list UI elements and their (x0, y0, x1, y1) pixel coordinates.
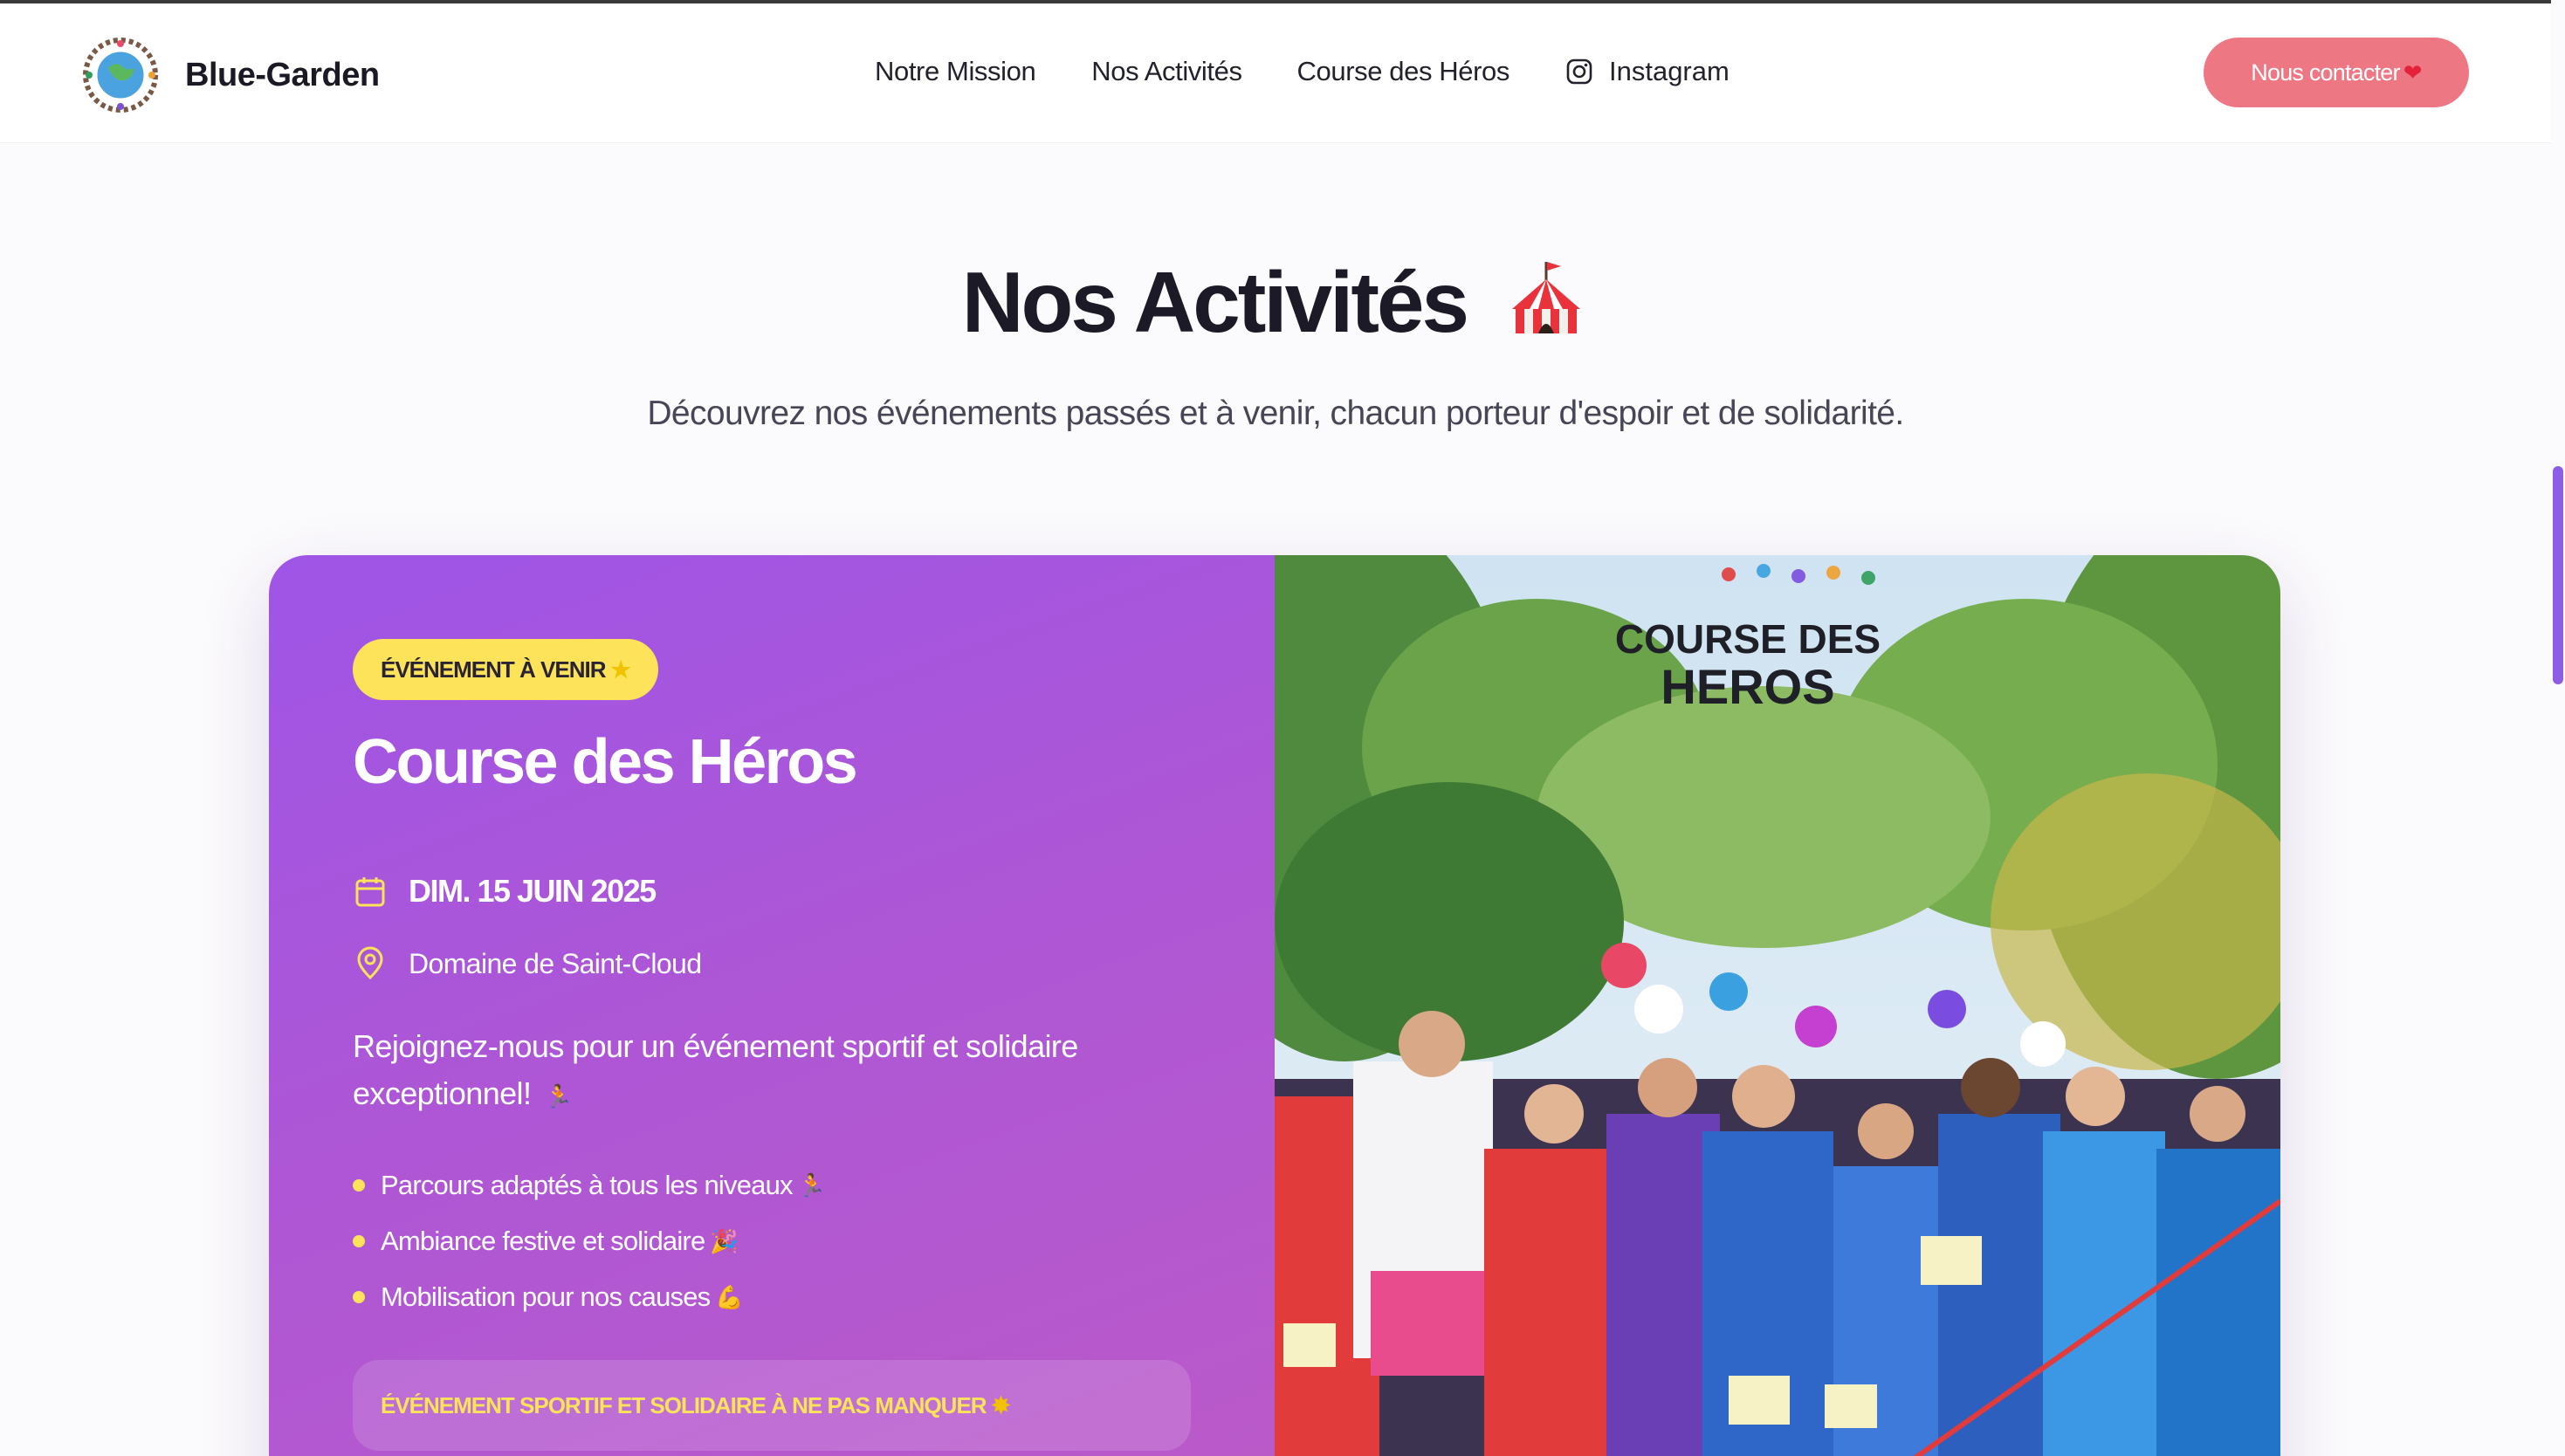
calendar-icon (355, 877, 385, 907)
contact-button-label: Nous contacter (2251, 58, 2400, 86)
status-badge: ÉVÉNEMENT À VENIR ★ (353, 639, 658, 700)
main-nav: Notre Mission Nos Activités Course des H… (875, 56, 1729, 87)
instagram-icon (1566, 58, 1592, 85)
bullet-dot (353, 1235, 365, 1247)
runner-icon: 🏃 (797, 1171, 826, 1198)
feature-text: Parcours adaptés à tous les niveaux (381, 1170, 794, 1200)
nav-link-nos-activites[interactable]: Nos Activités (1091, 56, 1242, 87)
list-item: Mobilisation pour nos causes 💪 (353, 1269, 825, 1325)
event-location: Domaine de Saint-Cloud (353, 946, 702, 981)
runner-icon: 🏃 (544, 1083, 573, 1109)
flexed-biceps-icon: 💪 (715, 1283, 743, 1310)
party-popper-icon: 🎉 (710, 1227, 738, 1254)
event-photo-image: COURSE DES HEROS (1275, 555, 2280, 1456)
scrollbar[interactable] (2551, 0, 2565, 1456)
event-card-content: ÉVÉNEMENT À VENIR ★ Course des Héros DIM… (269, 555, 1275, 1456)
event-date-text: DIM. 15 JUIN 2025 (409, 873, 657, 909)
scrollbar-thumb[interactable] (2553, 466, 2563, 684)
nav-link-course-des-heros[interactable]: Course des Héros (1297, 56, 1510, 87)
event-features: Parcours adaptés à tous les niveaux 🏃 Am… (353, 1157, 826, 1325)
svg-text:HEROS: HEROS (1661, 659, 1834, 714)
list-item: Parcours adaptés à tous les niveaux 🏃 (353, 1157, 826, 1213)
event-title: Course des Héros (353, 727, 858, 797)
event-location-text: Domaine de Saint-Cloud (409, 947, 702, 979)
nav-link-notre-mission[interactable]: Notre Mission (875, 56, 1036, 87)
event-card: ÉVÉNEMENT À VENIR ★ Course des Héros DIM… (269, 555, 2280, 1456)
nav-link-instagram[interactable]: Instagram (1565, 56, 1729, 87)
status-badge-label: ÉVÉNEMENT À VENIR (381, 656, 606, 683)
event-description-text: Rejoignez-nous pour un événement sportif… (353, 1028, 1078, 1111)
map-pin-icon (357, 946, 383, 980)
bullet-dot (353, 1179, 365, 1192)
event-description: Rejoignez-nous pour un événement sportif… (353, 1023, 1138, 1120)
instagram-label: Instagram (1608, 56, 1729, 86)
event-callout: ÉVÉNEMENT SPORTIF ET SOLIDAIRE À NE PAS … (353, 1360, 1191, 1451)
brand-name: Blue-Garden (185, 56, 380, 93)
circus-tent-icon (1512, 262, 1581, 333)
event-photo: COURSE DES HEROS (1275, 555, 2280, 1456)
page-title-text: Nos Activités (961, 254, 1469, 350)
list-item: Ambiance festive et solidaire 🎉 (353, 1213, 825, 1269)
heart-icon: ❤ (2403, 58, 2423, 86)
star-icon: ★ (610, 656, 631, 683)
page-title: Nos Activités (0, 253, 2551, 352)
event-callout-text: ÉVÉNEMENT SPORTIF ET SOLIDAIRE À NE PAS … (381, 1391, 987, 1418)
sparkle-icon: ✸ (991, 1391, 1011, 1418)
svg-text:COURSE DES: COURSE DES (1615, 616, 1881, 662)
feature-text: Mobilisation pour nos causes (381, 1281, 711, 1312)
feature-text: Ambiance festive et solidaire (381, 1226, 705, 1256)
brand[interactable]: Blue-Garden (82, 37, 380, 113)
bullet-dot (353, 1291, 365, 1303)
top-navbar: Blue-Garden Notre Mission Nos Activités … (0, 3, 2551, 143)
page-subtitle: Découvrez nos événements passés et à ven… (647, 395, 1904, 432)
event-date: DIM. 15 JUIN 2025 (353, 873, 657, 910)
contact-button[interactable]: Nous contacter ❤ (2204, 38, 2469, 107)
logo-icon (82, 37, 159, 113)
